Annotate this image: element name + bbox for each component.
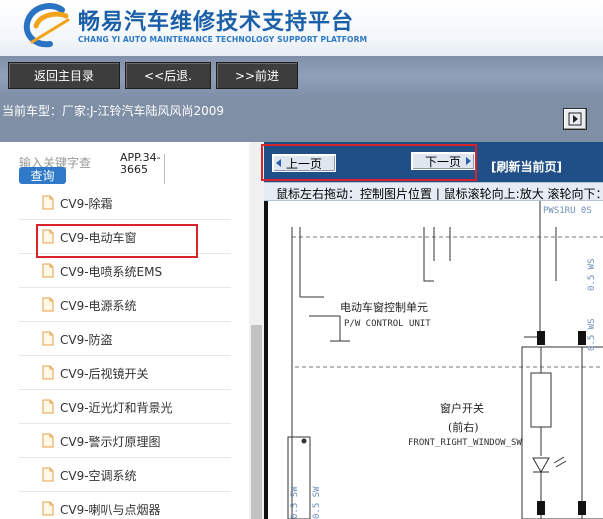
tree-item[interactable]: CV9-喇叭与点烟器	[19, 492, 231, 519]
main-toolbar: 返回主目录 <<后退. >>前进	[0, 56, 603, 97]
back-button[interactable]: <<后退.	[125, 62, 211, 89]
viewer-nav: 上一页 下一页 [刷新当前页]	[264, 142, 603, 182]
brand-title: 畅易汽车维修技术支持平台	[78, 10, 355, 35]
document-icon	[42, 467, 54, 482]
tree-item[interactable]: CV9-警示灯原理图	[19, 424, 231, 458]
tree-item-label: CV9-电源系统	[60, 299, 137, 313]
tree-item[interactable]: CV9-电源系统	[19, 288, 231, 322]
control-unit-cn: 电动车窗控制单元	[340, 301, 428, 314]
wiring-lines	[287, 201, 603, 519]
document-icon	[42, 195, 54, 210]
brand-subtitle: CHANG YI AUTO MAINTENANCE TECHNOLOGY SUP…	[78, 35, 368, 44]
swoosh-c-logo-icon	[23, 3, 70, 48]
divider	[164, 154, 165, 184]
toggle-panel-button[interactable]	[563, 108, 587, 130]
tree-item[interactable]: CV9-电动车窗	[19, 220, 231, 254]
side-wire-label: 0.5 WS	[587, 258, 597, 291]
left-scrollbar[interactable]	[249, 142, 264, 519]
control-unit-en: P/W CONTROL UNIT	[344, 319, 431, 329]
bottom-wire-label-2: 0.5 SW	[312, 486, 322, 519]
document-icon	[42, 331, 54, 346]
tree-item[interactable]: CV9-除霜	[19, 186, 231, 220]
home-button[interactable]: 返回主目录	[8, 62, 120, 89]
arrow-left-icon	[276, 159, 281, 167]
vehicle-value: 厂家:J-江铃汽车陆风风尚2009	[62, 104, 225, 118]
document-icon	[42, 433, 54, 448]
prev-page-label: 上一页	[285, 156, 322, 171]
tree-item[interactable]: CV9-近光灯和背景光	[19, 390, 231, 424]
current-vehicle: 当前车型：厂家:J-江铃汽车陆风风尚2009	[2, 102, 224, 119]
forward-button[interactable]: >>前进	[216, 62, 298, 89]
document-icon	[42, 501, 54, 516]
tree-item-label: CV9-防盗	[60, 333, 113, 347]
document-icon	[42, 399, 54, 414]
next-page-button[interactable]: 下一页	[411, 152, 475, 170]
next-page-label: 下一页	[424, 154, 461, 169]
tree-item-label: CV9-空调系统	[60, 469, 137, 483]
arrow-right-icon	[466, 157, 471, 165]
viewer-panel: 上一页 下一页 [刷新当前页] 鼠标左右拖动：控制图片位置 | 鼠标滚轮向上:放…	[264, 142, 603, 519]
left-panel: 输入关键字查 查询 APP.34-3665 CV9-除霜 CV9-电动车窗 CV9-…	[0, 142, 249, 519]
tree-item-label: CV9-后视镜开关	[60, 367, 149, 381]
scrollbar-thumb[interactable]	[251, 325, 262, 519]
tree-item[interactable]: CV9-后视镜开关	[19, 356, 231, 390]
tree-item[interactable]: CV9-空调系统	[19, 458, 231, 492]
window-switch-cn: 窗户开关	[440, 402, 484, 415]
app-code: APP.34-3665	[120, 151, 161, 176]
top-wire-label: PWS1RU 0S	[543, 206, 592, 216]
search-button[interactable]: 查询	[19, 167, 66, 184]
side-wire-label-2: 0.5 WS	[587, 318, 597, 351]
document-icon	[42, 263, 54, 278]
tree-item-label: CV9-电动车窗	[60, 231, 137, 245]
window-switch-en: FRONT_RIGHT_WINDOW_SW	[408, 438, 522, 448]
tree-item-label: CV9-喇叭与点烟器	[60, 503, 161, 517]
arrow-right-icon	[568, 112, 582, 126]
bottom-wire-label: 0.5 SW	[290, 486, 300, 519]
document-icon	[42, 297, 54, 312]
tree-item-label: CV9-除霜	[60, 197, 113, 211]
window-switch-position: (前右)	[448, 421, 479, 434]
help-text: 鼠标左右拖动：控制图片位置 | 鼠标滚轮向上:放大 滚轮向下：	[276, 187, 603, 201]
tree-item[interactable]: CV9-防盗	[19, 322, 231, 356]
document-icon	[42, 229, 54, 244]
refresh-link[interactable]: [刷新当前页]	[491, 158, 562, 175]
tree-item-label: CV9-电喷系统EMS	[60, 265, 163, 279]
tree-item-label: CV9-近光灯和背景光	[60, 401, 173, 415]
help-bar: 鼠标左右拖动：控制图片位置 | 鼠标滚轮向上:放大 滚轮向下：	[264, 182, 603, 201]
vehicle-label: 当前车型：	[2, 104, 63, 118]
prev-page-button[interactable]: 上一页	[272, 154, 336, 172]
document-icon	[42, 365, 54, 380]
tree-item-label: CV9-警示灯原理图	[60, 435, 161, 449]
app-header: 畅易汽车维修技术支持平台 CHANG YI AUTO MAINTENANCE T…	[0, 0, 603, 56]
tree-item[interactable]: CV9-电喷系统EMS	[19, 254, 231, 288]
vehicle-bar: 当前车型：厂家:J-江铃汽车陆风风尚2009	[0, 97, 603, 142]
wiring-diagram[interactable]: 电动车窗控制单元 P/W CONTROL UNIT 窗户开关 (前右) FRON…	[264, 201, 603, 519]
